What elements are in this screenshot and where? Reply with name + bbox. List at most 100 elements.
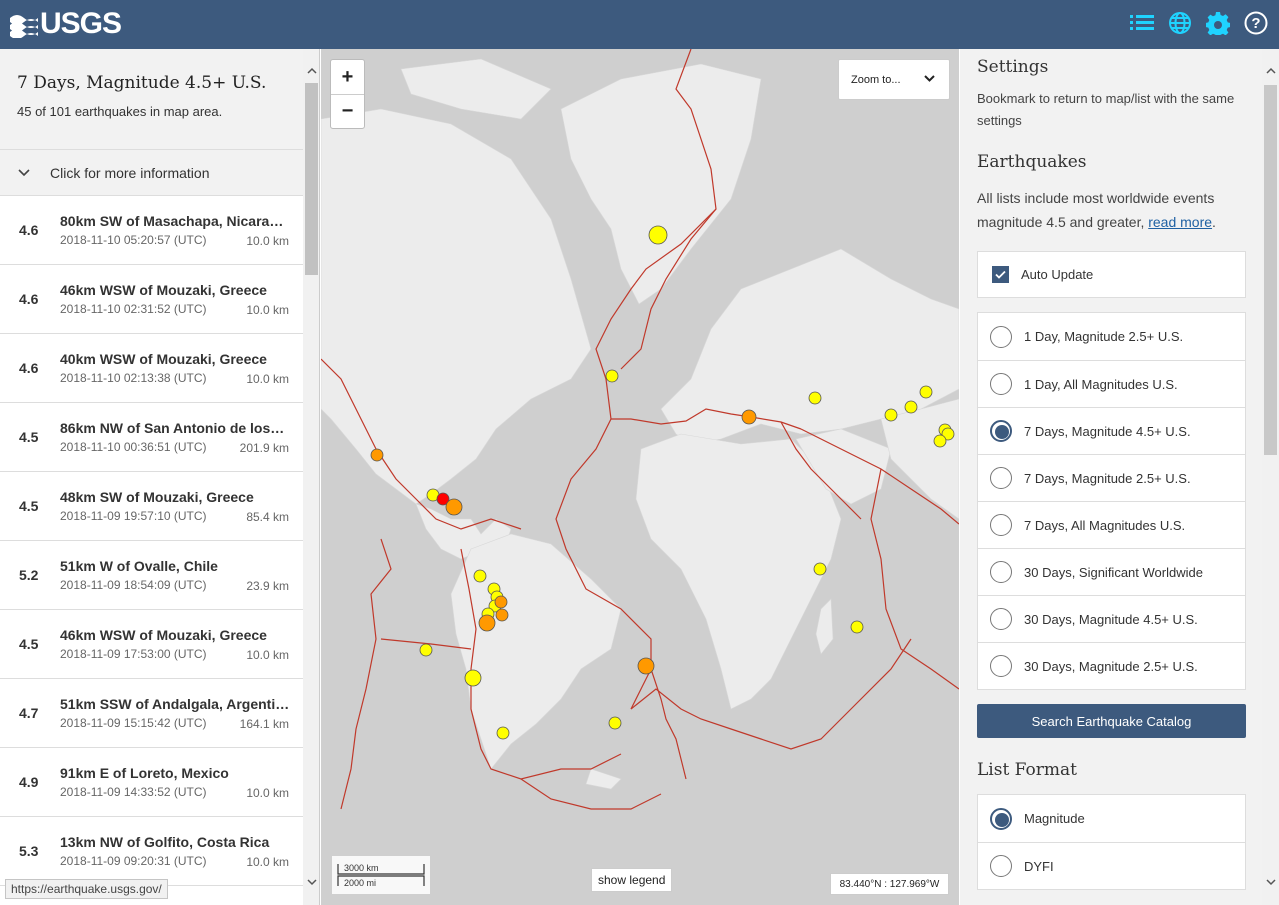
feed-option[interactable]: 30 Days, Magnitude 2.5+ U.S. — [978, 642, 1245, 689]
earthquake-depth: 85.4 km — [246, 510, 289, 524]
earthquake-marker — [473, 569, 487, 583]
earthquake-depth: 23.9 km — [246, 579, 289, 593]
scroll-up-arrow-icon[interactable] — [306, 65, 317, 76]
list-item[interactable]: 4.5 46km WSW of Mouzaki, Greece 2018-11-09… — [0, 610, 303, 679]
zoom-to-label: Zoom to... — [851, 73, 901, 86]
gear-icon[interactable] — [1205, 10, 1231, 36]
list-item[interactable]: 4.9 91km E of Loreto, Mexico 2018-11-09 14… — [0, 748, 303, 817]
earthquake-marker — [478, 614, 496, 632]
list-item[interactable]: 4.6 80km SW of Masachapa, Nicaragua 2018-1… — [0, 196, 303, 265]
scroll-down-arrow-icon[interactable] — [1265, 877, 1276, 888]
earthquake-time: 2018-11-10 05:20:57 (UTC) — [60, 233, 207, 247]
feed-option[interactable]: 1 Day, Magnitude 2.5+ U.S. — [978, 313, 1245, 360]
list-format-option[interactable]: Magnitude — [978, 795, 1245, 842]
settings-panel: Settings Bookmark to return to map/list … — [960, 49, 1279, 905]
list-item[interactable]: 4.5 48km SW of Mouzaki, Greece 2018-11-09 … — [0, 472, 303, 541]
earthquake-depth: 201.9 km — [239, 441, 289, 455]
scroll-up-arrow-icon[interactable] — [1265, 65, 1276, 76]
earthquake-time: 2018-11-09 09:20:31 (UTC) — [60, 854, 207, 868]
earthquake-depth: 10.0 km — [246, 855, 289, 869]
earthquake-depth: 164.1 km — [239, 717, 289, 731]
mouse-coordinates: 83.440°N : 127.969°W — [830, 873, 949, 895]
earthquake-time: 2018-11-10 02:13:38 (UTC) — [60, 371, 207, 385]
read-more-link[interactable]: read more — [1148, 214, 1212, 230]
earthquake-marker — [496, 726, 510, 740]
earthquake-marker — [494, 595, 508, 609]
feed-option-label: 1 Day, All Magnitudes U.S. — [1024, 376, 1178, 392]
earthquake-place: 51km SSW of Andalgala, Argentina — [60, 696, 290, 712]
list-icon[interactable] — [1129, 10, 1155, 36]
feed-option-label: 30 Days, Magnitude 4.5+ U.S. — [1024, 611, 1198, 627]
feed-option[interactable]: 7 Days, Magnitude 4.5+ U.S. — [978, 407, 1245, 454]
earthquake-time: 2018-11-09 19:57:10 (UTC) — [60, 509, 207, 523]
zoom-to-select[interactable]: Zoom to... — [838, 59, 950, 100]
list-item[interactable]: 4.7 51km SSW of Andalgala, Argentina 2018-… — [0, 679, 303, 748]
list-format-label: DYFI — [1024, 858, 1054, 874]
zoom-in-button[interactable]: + — [331, 60, 364, 94]
feed-option[interactable]: 7 Days, Magnitude 2.5+ U.S. — [978, 454, 1245, 501]
zoom-out-button[interactable]: − — [331, 94, 364, 128]
radio-icon — [990, 325, 1012, 348]
earthquake-marker — [419, 643, 433, 657]
earthquake-marker — [808, 391, 822, 405]
feed-option-label: 7 Days, Magnitude 4.5+ U.S. — [1024, 423, 1191, 439]
earthquake-magnitude: 4.9 — [19, 774, 39, 790]
earthquake-time: 2018-11-09 14:33:52 (UTC) — [60, 785, 207, 799]
feed-option-label: 30 Days, Magnitude 2.5+ U.S. — [1024, 658, 1198, 674]
earthquake-depth: 10.0 km — [246, 372, 289, 386]
list-item[interactable]: 4.5 86km NW of San Antonio de los… 2018-11… — [0, 403, 303, 472]
list-scrollbar[interactable] — [303, 49, 319, 905]
settings-scrollbar[interactable] — [1262, 49, 1279, 905]
globe-icon[interactable] — [1167, 10, 1193, 36]
earthquake-place: 86km NW of San Antonio de los… — [60, 420, 285, 436]
list-count: 45 of 101 earthquakes in map area. — [17, 104, 223, 119]
map-scale-bar: 3000 km 2000 mi — [332, 856, 430, 894]
top-bar: USGS ? — [0, 0, 1279, 49]
show-legend-button[interactable]: show legend — [591, 868, 673, 892]
earthquake-magnitude: 5.2 — [19, 567, 39, 583]
earthquake-magnitude: 4.6 — [19, 291, 39, 307]
logo-text: USGS — [40, 7, 122, 40]
chevron-down-icon — [924, 74, 935, 86]
more-info-toggle[interactable]: Click for more information — [0, 150, 319, 196]
feed-option[interactable]: 30 Days, Significant Worldwide — [978, 548, 1245, 595]
earthquake-magnitude: 4.5 — [19, 636, 39, 652]
earthquake-marker — [919, 385, 933, 399]
radio-icon — [990, 608, 1012, 630]
list-item[interactable]: 5.2 51km W of Ovalle, Chile 2018-11-09 18:… — [0, 541, 303, 610]
list-format-option[interactable]: DYFI — [978, 842, 1245, 889]
feed-option[interactable]: 7 Days, All Magnitudes U.S. — [978, 501, 1245, 548]
scrollbar-thumb[interactable] — [305, 83, 318, 275]
earthquake-marker — [608, 716, 622, 730]
earthquake-magnitude: 4.5 — [19, 498, 39, 514]
feed-option-label: 1 Day, Magnitude 2.5+ U.S. — [1024, 329, 1184, 344]
radio-selected-icon — [990, 420, 1012, 442]
checkbox-checked-icon — [992, 266, 1009, 283]
feed-option[interactable]: 1 Day, All Magnitudes U.S. — [978, 360, 1245, 407]
list-item[interactable]: 5.3 13km NW of Golfito, Costa Rica 2018-11… — [0, 817, 303, 886]
status-bar-url: https://earthquake.usgs.gov/ — [5, 879, 168, 899]
feed-option[interactable]: 30 Days, Magnitude 4.5+ U.S. — [978, 595, 1245, 642]
radio-icon — [990, 655, 1012, 677]
earthquake-marker — [933, 434, 947, 448]
earthquake-marker — [495, 608, 509, 622]
auto-update-label: Auto Update — [1021, 267, 1094, 282]
list-item[interactable]: 4.6 46km WSW of Mouzaki, Greece 2018-11-10… — [0, 265, 303, 334]
auto-update-checkbox[interactable]: Auto Update — [977, 251, 1246, 298]
earthquake-marker — [445, 498, 463, 516]
scale-km: 3000 km — [344, 863, 379, 873]
radio-icon — [990, 373, 1012, 395]
scrollbar-thumb[interactable] — [1264, 85, 1277, 455]
map-canvas[interactable] — [321, 49, 959, 905]
help-icon[interactable]: ? — [1243, 10, 1269, 36]
radio-icon — [990, 561, 1012, 583]
radio-icon — [990, 514, 1012, 536]
list-format-label: Magnitude — [1024, 811, 1085, 826]
map[interactable]: + − Zoom to... 3000 km 2000 mi show lege… — [321, 49, 959, 905]
search-catalog-button[interactable]: Search Earthquake Catalog — [977, 704, 1246, 738]
usgs-wave-icon — [10, 15, 38, 38]
scroll-down-arrow-icon[interactable] — [306, 877, 317, 888]
earthquake-time: 2018-11-09 18:54:09 (UTC) — [60, 578, 207, 592]
usgs-logo[interactable]: USGS — [10, 7, 122, 40]
list-item[interactable]: 4.6 40km WSW of Mouzaki, Greece 2018-11-10… — [0, 334, 303, 403]
